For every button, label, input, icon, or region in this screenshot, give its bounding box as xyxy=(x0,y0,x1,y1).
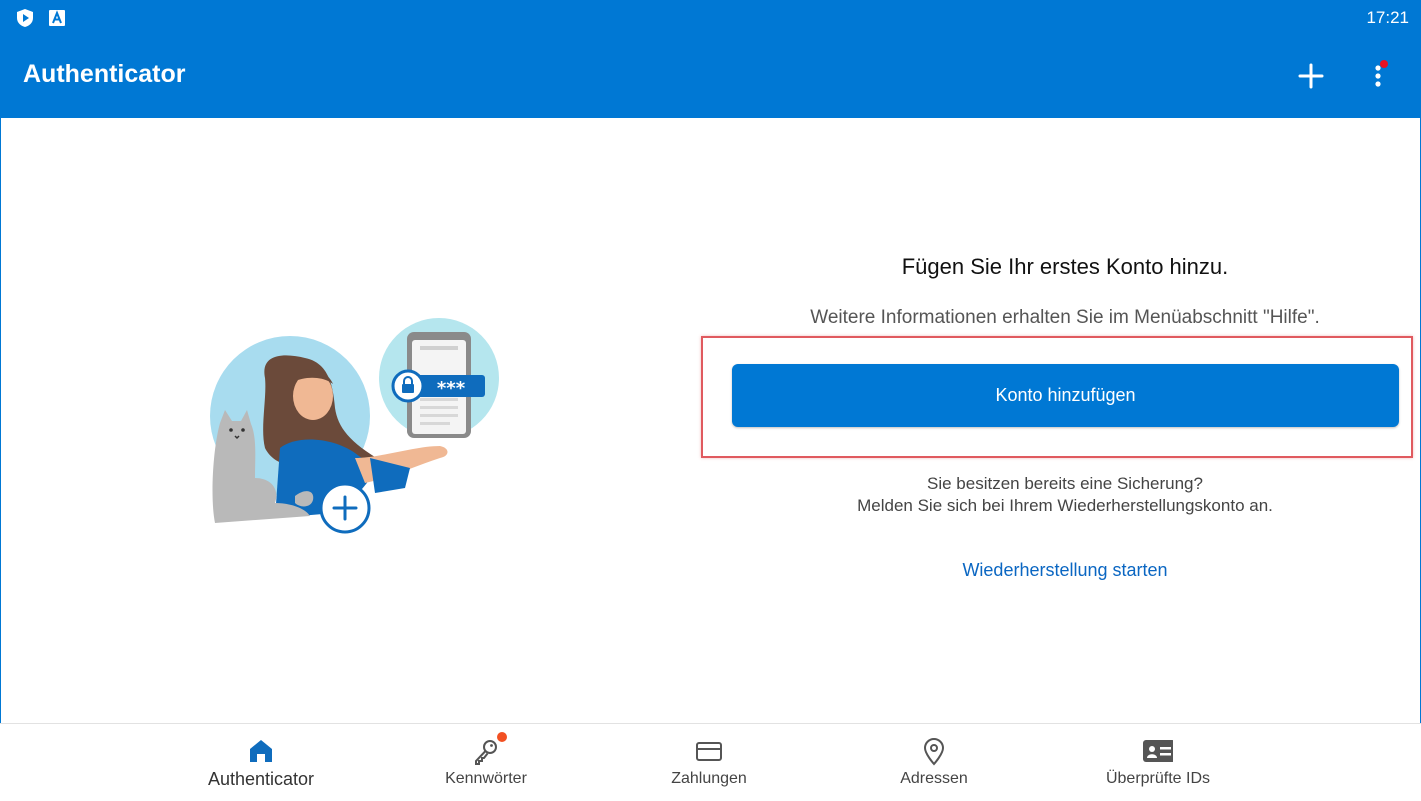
nav-item-passwords[interactable]: Kennwörter xyxy=(401,724,571,801)
nav-item-addresses[interactable]: Adressen xyxy=(849,724,1019,801)
id-card-icon xyxy=(1143,740,1173,762)
app-title: Authenticator xyxy=(23,60,186,88)
location-pin-icon xyxy=(923,738,945,766)
help-info-text: Weitere Informationen erhalten Sie im Me… xyxy=(810,307,1320,328)
nav-label: Überprüfte IDs xyxy=(1105,770,1211,787)
notification-dot xyxy=(1380,60,1388,68)
more-vertical-icon[interactable] xyxy=(1362,58,1394,94)
nav-label: Authenticator xyxy=(207,769,315,789)
status-bar: 17:21 xyxy=(0,0,1421,36)
bottom-nav: Authenticator Kennwörter Zahlungen Adres… xyxy=(0,723,1421,801)
nav-label: Kennwörter xyxy=(445,770,527,787)
credit-card-icon xyxy=(696,742,722,761)
add-icon[interactable] xyxy=(1293,58,1329,94)
backup-text: Sie besitzen bereits eine Sicherung? Mel… xyxy=(730,473,1400,517)
backup-question: Sie besitzen bereits eine Sicherung? xyxy=(927,474,1203,493)
android-a-icon xyxy=(49,10,65,26)
masked-password: *** xyxy=(437,378,466,399)
key-icon xyxy=(475,740,497,765)
shield-play-icon xyxy=(17,9,33,27)
nav-item-verified-ids[interactable]: Überprüfte IDs xyxy=(1073,724,1243,801)
passwords-badge xyxy=(497,732,507,742)
add-account-button[interactable]: Konto hinzufügen xyxy=(732,364,1399,427)
nav-item-authenticator[interactable]: Authenticator xyxy=(176,724,346,801)
start-recovery-link[interactable]: Wiederherstellung starten xyxy=(730,560,1400,581)
home-icon xyxy=(250,740,272,762)
nav-label: Zahlungen xyxy=(671,770,747,787)
nav-label: Adressen xyxy=(900,770,968,787)
status-time: 17:21 xyxy=(1366,8,1409,27)
nav-item-payments[interactable]: Zahlungen xyxy=(624,724,794,801)
backup-instruction: Melden Sie sich bei Ihrem Wiederherstell… xyxy=(857,496,1273,515)
onboarding-illustration: *** xyxy=(210,318,499,534)
page-headline: Fügen Sie Ihr erstes Konto hinzu. xyxy=(901,254,1229,279)
app-bar: 17:21 Authenticator xyxy=(0,0,1421,118)
